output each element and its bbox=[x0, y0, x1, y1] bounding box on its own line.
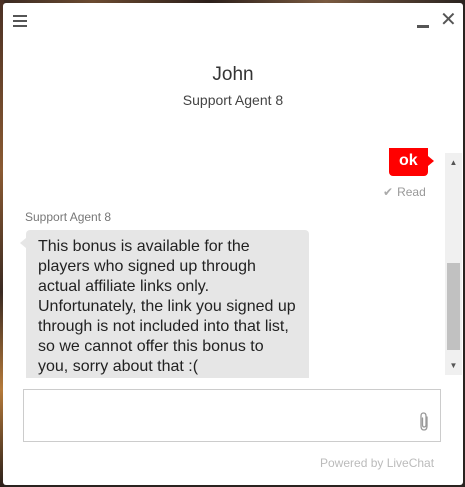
agent-title: Support Agent 8 bbox=[182, 92, 284, 108]
message-scrollbar[interactable]: ▲ ▼ bbox=[445, 153, 462, 375]
scroll-up-arrow-icon[interactable]: ▲ bbox=[445, 156, 462, 170]
scroll-down-arrow-icon[interactable]: ▼ bbox=[445, 359, 462, 373]
agent-name: John bbox=[212, 64, 254, 85]
close-icon[interactable]: ✕ bbox=[440, 10, 457, 30]
message-list[interactable]: ok ✔ Read Support Agent 8 This bonus is a… bbox=[3, 148, 446, 378]
scrollbar-thumb[interactable] bbox=[447, 263, 460, 350]
incoming-message-bubble: This bonus is available for the players … bbox=[20, 230, 309, 378]
paperclip-icon[interactable] bbox=[415, 411, 433, 433]
message-sender-label: Support Agent 8 bbox=[25, 210, 112, 224]
message-input[interactable] bbox=[23, 389, 441, 442]
outgoing-message-bubble: ok bbox=[389, 148, 434, 176]
read-status-label: Read bbox=[397, 185, 426, 199]
check-icon: ✔ bbox=[383, 185, 394, 199]
hamburger-menu-icon[interactable] bbox=[13, 15, 27, 29]
minimize-icon[interactable] bbox=[417, 15, 431, 29]
read-status: ✔ Read bbox=[383, 185, 426, 199]
chat-widget: ✕ John Support Agent 8 ok ✔ Read Support … bbox=[3, 3, 463, 485]
powered-by-label[interactable]: Powered by LiveChat bbox=[320, 456, 434, 470]
